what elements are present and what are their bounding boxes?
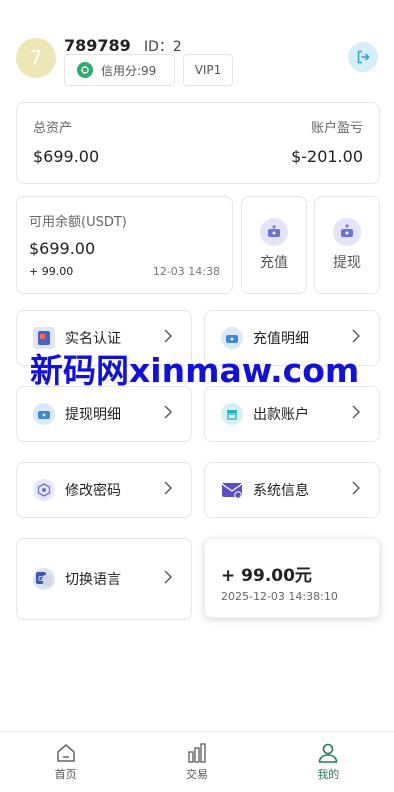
menu-withdraw-detail[interactable]: 提现明细	[16, 386, 192, 442]
deposit-button[interactable]: 充值	[241, 196, 307, 294]
bank-icon	[221, 403, 243, 425]
translate-icon: G	[33, 568, 55, 590]
user-icon	[319, 743, 338, 763]
tab-trade-label: 交易	[185, 768, 208, 781]
balance-value: $699.00	[29, 239, 96, 258]
balance-change: + 99.00	[29, 265, 74, 278]
profile-header: 7 789789 ID：2 信用分:99 VIP1	[16, 36, 378, 88]
balance-time: 12-03 14:38	[152, 265, 220, 278]
bottom-tab-bar: 首页 交易 我的	[0, 731, 394, 792]
chevron-right-icon	[351, 405, 365, 423]
assets-card: 总资产 $699.00 账户盈亏 $-201.00	[16, 102, 380, 184]
username: 789789	[64, 36, 131, 55]
watermark: 新码网xinmaw.com	[30, 351, 360, 390]
menu-change-password[interactable]: 修改密码	[16, 462, 192, 518]
tab-mine-label: 我的	[317, 768, 340, 781]
menu-system-message-label: 系统信息	[253, 483, 309, 499]
avatar[interactable]: 7	[16, 38, 56, 78]
chevron-right-icon	[351, 481, 365, 499]
tab-home-label: 首页	[54, 768, 77, 781]
menu-change-password-label: 修改密码	[65, 483, 121, 499]
tab-trade[interactable]: 交易	[131, 732, 262, 792]
vip-badge: VIP1	[183, 54, 233, 86]
withdraw-icon	[333, 218, 361, 246]
deposit-label: 充值	[260, 255, 288, 271]
tab-home[interactable]: 首页	[0, 732, 131, 792]
withdraw-button[interactable]: 提现	[314, 196, 380, 294]
withdraw-detail-icon	[33, 403, 55, 425]
balance-label: 可用余额(USDT)	[29, 215, 127, 230]
pnl-value: $-201.00	[291, 147, 363, 166]
toast-amount: + 99.00元	[221, 566, 312, 586]
menu-payout-account-label: 出款账户	[253, 407, 309, 423]
svg-text:G: G	[38, 575, 43, 583]
available-balance-card: 可用余额(USDT) $699.00 + 99.00 12-03 14:38	[16, 196, 233, 294]
user-id: ID：2	[144, 39, 182, 55]
credit-score-badge: 信用分:99	[64, 54, 175, 86]
deposit-toast: + 99.00元 2025-12-03 14:38:10	[204, 538, 380, 618]
withdraw-label: 提现	[333, 255, 361, 271]
credit-score-label: 信用分:99	[101, 63, 157, 78]
chevron-right-icon	[163, 405, 177, 423]
chevron-right-icon	[163, 481, 177, 499]
logout-icon	[357, 50, 370, 64]
menu-switch-language[interactable]: G 切换语言	[16, 538, 192, 620]
logout-button[interactable]	[348, 42, 378, 72]
credit-icon	[77, 62, 93, 78]
menu-switch-language-label: 切换语言	[65, 572, 121, 588]
menu-withdraw-detail-label: 提现明细	[65, 407, 121, 423]
chevron-right-icon	[163, 570, 177, 588]
toast-time: 2025-12-03 14:38:10	[221, 590, 338, 603]
lock-icon	[33, 479, 55, 501]
home-icon	[56, 744, 75, 762]
menu-payout-account[interactable]: 出款账户	[204, 386, 380, 442]
total-assets-value: $699.00	[33, 147, 100, 166]
pnl-label: 账户盈亏	[310, 121, 363, 136]
deposit-icon	[260, 218, 288, 246]
tab-mine[interactable]: 我的	[263, 732, 394, 792]
menu-system-message[interactable]: 系统信息	[204, 462, 380, 518]
bar-chart-icon	[188, 743, 206, 763]
mail-icon	[221, 479, 243, 501]
total-assets-label: 总资产	[33, 121, 73, 136]
